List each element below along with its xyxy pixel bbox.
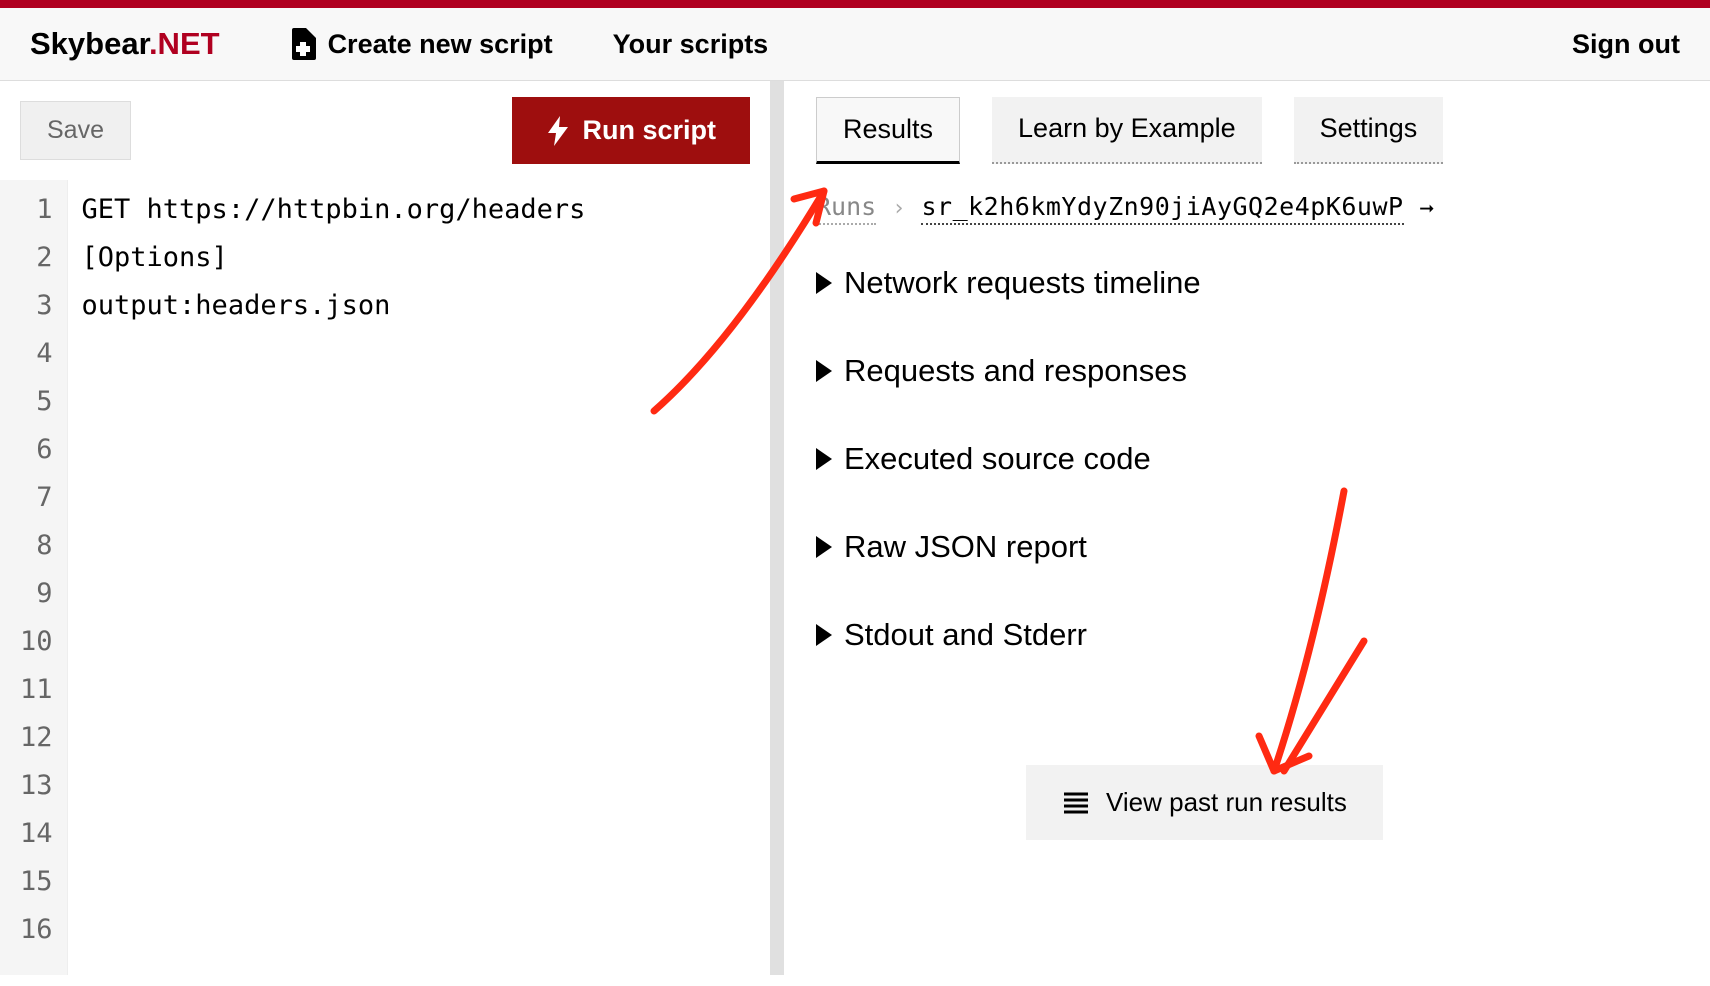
breadcrumb: Runs › sr_k2h6kmYdyZn90jiAyGQ2e4pK6uwP ➞ <box>816 192 1678 225</box>
sign-out-link[interactable]: Sign out <box>1572 29 1680 60</box>
line-number: 9 <box>20 570 53 618</box>
section-label: Network requests timeline <box>844 265 1201 301</box>
line-gutter: 1 2 3 4 5 6 7 8 9 10 11 12 13 14 15 16 <box>0 180 68 975</box>
code-line <box>82 426 756 474</box>
line-number: 2 <box>20 234 53 282</box>
new-file-icon <box>290 28 316 60</box>
section-stdout-stderr[interactable]: Stdout and Stderr <box>816 617 1678 653</box>
code-editor[interactable]: 1 2 3 4 5 6 7 8 9 10 11 12 13 14 15 16 G… <box>0 180 770 975</box>
view-past-results-button[interactable]: View past run results <box>1026 765 1383 840</box>
code-line <box>82 666 756 714</box>
line-number: 11 <box>20 666 53 714</box>
code-area[interactable]: GET https://httpbin.org/headers [Options… <box>68 180 770 975</box>
code-line: [Options] <box>82 234 756 282</box>
create-script-link[interactable]: Create new script <box>290 28 553 60</box>
caret-right-icon <box>816 624 832 646</box>
code-line <box>82 378 756 426</box>
code-line <box>82 906 756 954</box>
logo-name: Skybear <box>30 26 149 61</box>
tab-results[interactable]: Results <box>816 97 960 164</box>
section-label: Executed source code <box>844 441 1151 477</box>
your-scripts-link[interactable]: Your scripts <box>613 29 769 60</box>
section-label: Requests and responses <box>844 353 1187 389</box>
editor-toolbar: Save Run script <box>0 81 770 180</box>
editor-panel: Save Run script 1 2 3 4 5 6 7 8 9 10 <box>0 81 784 975</box>
list-icon <box>1062 791 1090 815</box>
your-scripts-label: Your scripts <box>613 29 769 60</box>
code-line <box>82 522 756 570</box>
code-line <box>82 570 756 618</box>
logo-suffix: .NET <box>149 26 220 61</box>
save-button[interactable]: Save <box>20 101 131 160</box>
arrow-right-icon: ➞ <box>1420 195 1434 223</box>
section-raw-json[interactable]: Raw JSON report <box>816 529 1678 565</box>
section-label: Raw JSON report <box>844 529 1087 565</box>
code-line <box>82 330 756 378</box>
caret-right-icon <box>816 536 832 558</box>
breadcrumb-runs[interactable]: Runs <box>816 192 876 225</box>
code-line <box>82 858 756 906</box>
chevron-right-icon: › <box>892 196 905 221</box>
code-line: output:headers.json <box>82 282 756 330</box>
results-tabs: Results Learn by Example Settings <box>816 97 1678 164</box>
bolt-icon <box>546 116 570 146</box>
create-script-label: Create new script <box>328 29 553 60</box>
run-script-button[interactable]: Run script <box>512 97 750 164</box>
line-number: 7 <box>20 474 53 522</box>
line-number: 14 <box>20 810 53 858</box>
code-line <box>82 762 756 810</box>
code-line: GET https://httpbin.org/headers <box>82 186 756 234</box>
section-label: Stdout and Stderr <box>844 617 1087 653</box>
section-executed-source[interactable]: Executed source code <box>816 441 1678 477</box>
line-number: 1 <box>20 186 53 234</box>
code-line <box>82 618 756 666</box>
section-requests-responses[interactable]: Requests and responses <box>816 353 1678 389</box>
line-number: 13 <box>20 762 53 810</box>
caret-right-icon <box>816 272 832 294</box>
section-network-timeline[interactable]: Network requests timeline <box>816 265 1678 301</box>
line-number: 10 <box>20 618 53 666</box>
line-number: 4 <box>20 330 53 378</box>
top-accent-bar <box>0 0 1710 8</box>
line-number: 3 <box>20 282 53 330</box>
code-line <box>82 810 756 858</box>
caret-right-icon <box>816 360 832 382</box>
line-number: 5 <box>20 378 53 426</box>
code-line <box>82 714 756 762</box>
tab-settings[interactable]: Settings <box>1294 97 1444 164</box>
line-number: 16 <box>20 906 53 954</box>
main-header: Skybear.NET Create new script Your scrip… <box>0 8 1710 81</box>
main-content: Save Run script 1 2 3 4 5 6 7 8 9 10 <box>0 81 1710 975</box>
caret-right-icon <box>816 448 832 470</box>
logo[interactable]: Skybear.NET <box>30 26 220 62</box>
results-panel: Results Learn by Example Settings Runs ›… <box>784 81 1710 975</box>
line-number: 12 <box>20 714 53 762</box>
line-number: 15 <box>20 858 53 906</box>
line-number: 6 <box>20 426 53 474</box>
code-line <box>82 474 756 522</box>
line-number: 8 <box>20 522 53 570</box>
breadcrumb-run-id[interactable]: sr_k2h6kmYdyZn90jiAyGQ2e4pK6uwP <box>921 192 1403 225</box>
tab-learn[interactable]: Learn by Example <box>992 97 1262 164</box>
